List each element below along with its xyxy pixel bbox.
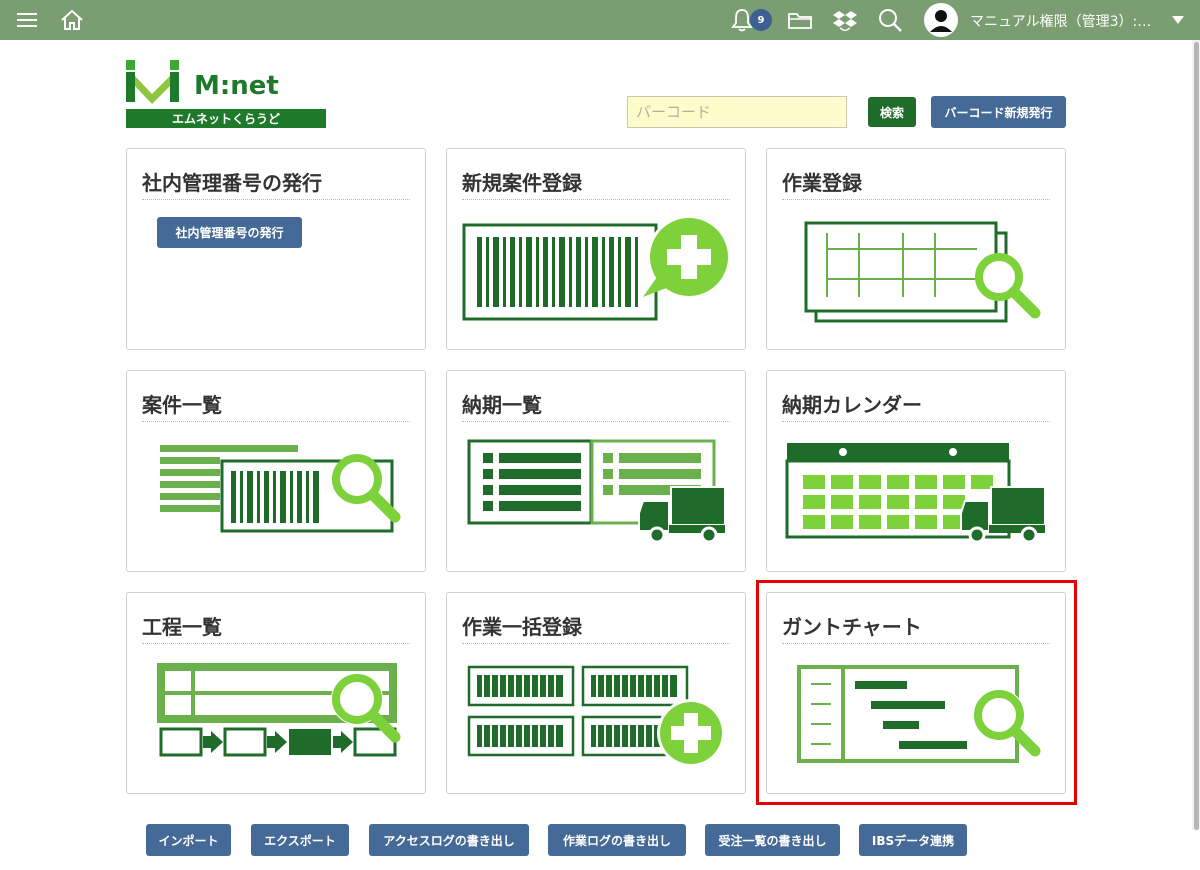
card-process-list[interactable]: 工程一覧	[126, 592, 426, 794]
notification-badge[interactable]: 9	[750, 9, 772, 31]
export-access-log-button[interactable]: アクセスログの書き出し	[369, 824, 529, 856]
search-icon[interactable]	[876, 6, 904, 34]
folder-icon[interactable]	[786, 6, 814, 34]
card-new-project[interactable]: 新規案件登録	[446, 148, 746, 350]
card-delivery-calendar[interactable]: 納期カレンダー	[766, 370, 1066, 572]
user-name[interactable]: マニュアル権限（管理3）:…	[970, 11, 1151, 31]
bulk-registration-illustration	[467, 665, 725, 767]
user-avatar-icon[interactable]	[924, 3, 958, 37]
new-project-illustration	[462, 215, 731, 321]
caret-down-icon[interactable]	[1164, 6, 1192, 34]
card-delivery-list[interactable]: 納期一覧	[446, 370, 746, 572]
dropbox-icon[interactable]	[831, 6, 859, 34]
export-order-list-button[interactable]: 受注一覧の書き出し	[705, 824, 840, 856]
scrollbar-thumb[interactable]	[1194, 42, 1199, 830]
menu-icon[interactable]	[13, 6, 41, 34]
card-project-list[interactable]: 案件一覧	[126, 370, 426, 572]
import-button[interactable]: インポート	[146, 824, 231, 856]
logo-subtitle: エムネットくらうど	[172, 112, 280, 126]
issue-number-button[interactable]: 社内管理番号の発行	[157, 217, 302, 248]
work-registration-illustration	[804, 221, 1041, 323]
barcode-input[interactable]	[627, 96, 847, 128]
card-work-registration[interactable]: 作業登録	[766, 148, 1066, 350]
logo-name: M:net	[194, 71, 279, 101]
divider	[142, 199, 410, 200]
card-bulk-work-registration[interactable]: 作業一括登録	[446, 592, 746, 794]
delivery-calendar-illustration	[785, 443, 1046, 544]
export-work-log-button[interactable]: 作業ログの書き出し	[548, 824, 686, 856]
new-barcode-button[interactable]: バーコード新規発行	[931, 96, 1066, 128]
export-button[interactable]: エクスポート	[251, 824, 349, 856]
process-list-illustration	[157, 663, 401, 757]
highlight-frame	[756, 580, 1077, 805]
search-button[interactable]: 検索	[868, 97, 916, 127]
ibs-data-link-button[interactable]: IBSデータ連携	[859, 824, 967, 856]
card-title: 社内管理番号の発行	[142, 171, 322, 195]
delivery-list-illustration	[467, 439, 726, 544]
logo[interactable]: M:net エムネットくらうど	[126, 60, 326, 130]
project-list-illustration	[160, 445, 401, 533]
card-issue-management-number[interactable]: 社内管理番号の発行 社内管理番号の発行	[126, 148, 426, 350]
home-icon[interactable]	[58, 6, 86, 34]
